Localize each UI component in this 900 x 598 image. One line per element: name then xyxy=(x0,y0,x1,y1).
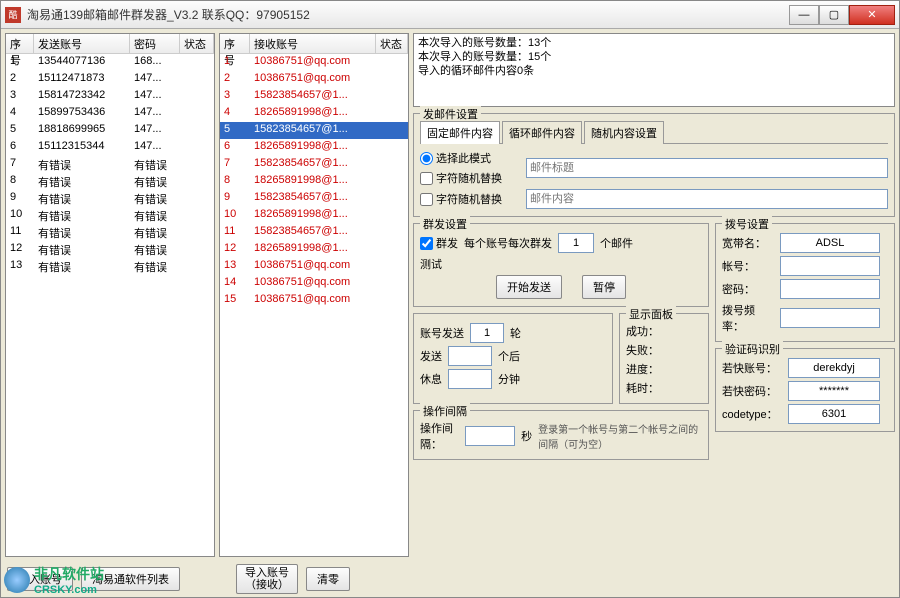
table-row[interactable]: 1218265891998@1... xyxy=(220,241,408,258)
watermark-icon xyxy=(4,567,30,593)
table-row[interactable]: 113544077136168... xyxy=(6,54,214,71)
table-row[interactable]: 8有错误有错误 xyxy=(6,173,214,190)
table-row[interactable]: 415899753436147... xyxy=(6,105,214,122)
maximize-button[interactable]: ▢ xyxy=(819,5,849,25)
clear-button[interactable]: 清零 xyxy=(306,567,350,591)
dial-account-input[interactable] xyxy=(780,256,880,276)
mail-tabs: 固定邮件内容 循环邮件内容 随机内容设置 xyxy=(420,120,888,144)
tab-loop-content[interactable]: 循环邮件内容 xyxy=(502,121,582,144)
band-name-input[interactable] xyxy=(780,233,880,253)
captcha-password-input[interactable] xyxy=(788,381,880,401)
tab-random-content[interactable]: 随机内容设置 xyxy=(584,121,664,144)
table-row[interactable]: 1115823854657@1... xyxy=(220,224,408,241)
dial-password-input[interactable] xyxy=(780,279,880,299)
table-row[interactable]: 210386751@qq.com xyxy=(220,71,408,88)
table-row[interactable]: 418265891998@1... xyxy=(220,105,408,122)
tab-fixed-content[interactable]: 固定邮件内容 xyxy=(420,121,500,144)
captcha-type-input[interactable] xyxy=(788,404,880,424)
send-accounts-list[interactable]: 序号 发送账号 密码 状态 113544077136168...21511247… xyxy=(5,33,215,557)
table-row[interactable]: 215112471873147... xyxy=(6,71,214,88)
send-list-header: 序号 发送账号 密码 状态 xyxy=(6,34,214,54)
start-send-button[interactable]: 开始发送 xyxy=(496,275,562,299)
table-row[interactable]: 818265891998@1... xyxy=(220,173,408,190)
minimize-button[interactable]: — xyxy=(789,5,819,25)
recv-accounts-list[interactable]: 序号 接收账号 状态 110386751@qq.com210386751@qq.… xyxy=(219,33,409,557)
display-panel-group: 显示面板 成功： 失败： 进度： 耗时： xyxy=(619,313,709,404)
captcha-account-input[interactable] xyxy=(788,358,880,378)
send-after-input[interactable] xyxy=(448,346,492,366)
rand-replace-1[interactable]: 字符随机替换 xyxy=(420,170,520,186)
batch-count-input[interactable] xyxy=(558,233,594,253)
mode-radio[interactable]: 选择此模式 xyxy=(420,150,520,166)
table-row[interactable]: 12有错误有错误 xyxy=(6,241,214,258)
mail-subject-input[interactable] xyxy=(526,158,888,178)
table-row[interactable]: 915823854657@1... xyxy=(220,190,408,207)
interval-group: 操作间隔 操作间隔： 秒 登录第一个帐号与第二个帐号之间的间隔（可为空） xyxy=(413,410,709,460)
log-panel: 本次导入的账号数量：13个 本次导入的账号数量：15个 导入的循环邮件内容0条 xyxy=(413,33,895,107)
table-row[interactable]: 315823854657@1... xyxy=(220,88,408,105)
table-row[interactable]: 13有错误有错误 xyxy=(6,258,214,275)
app-icon: 酷 xyxy=(5,7,21,23)
interval-input[interactable] xyxy=(465,426,515,446)
main-window: 酷 淘易通139邮箱邮件群发器_V3.2 联系QQ：97905152 — ▢ ✕… xyxy=(0,0,900,598)
bottom-bar: 导入账号 淘易通软件列表 导入账号 （接收） 清零 xyxy=(1,561,899,597)
watermark: 非凡软件站 CRSKY.com xyxy=(4,564,104,596)
table-row[interactable]: 10有错误有错误 xyxy=(6,207,214,224)
table-row[interactable]: 1018265891998@1... xyxy=(220,207,408,224)
dial-freq-input[interactable] xyxy=(780,308,880,328)
table-row[interactable]: 515823854657@1... xyxy=(220,122,408,139)
round-count-input[interactable] xyxy=(470,323,504,343)
table-row[interactable]: 518818699965147... xyxy=(6,122,214,139)
captcha-group: 验证码识别 若快账号： 若快密码： codetype： xyxy=(715,348,895,432)
rand-replace-2[interactable]: 字符随机替换 xyxy=(420,191,520,207)
pause-button[interactable]: 暂停 xyxy=(582,275,626,299)
table-row[interactable]: 315814723342147... xyxy=(6,88,214,105)
table-row[interactable]: 618265891998@1... xyxy=(220,139,408,156)
window-title: 淘易通139邮箱邮件群发器_V3.2 联系QQ：97905152 xyxy=(27,6,789,23)
table-row[interactable]: 615112315344147... xyxy=(6,139,214,156)
mail-body-input[interactable] xyxy=(526,189,888,209)
titlebar: 酷 淘易通139邮箱邮件群发器_V3.2 联系QQ：97905152 — ▢ ✕ xyxy=(1,1,899,29)
import-recv-accounts-button[interactable]: 导入账号 （接收） xyxy=(236,564,298,594)
dial-settings-group: 拨号设置 宽带名： 帐号： 密码： 拨号频率： xyxy=(715,223,895,342)
batch-checkbox[interactable]: 群发 xyxy=(420,235,458,251)
table-row[interactable]: 1310386751@qq.com xyxy=(220,258,408,275)
table-row[interactable]: 7有错误有错误 xyxy=(6,156,214,173)
table-row[interactable]: 1410386751@qq.com xyxy=(220,275,408,292)
send-round-group: 账号发送 轮 发送 个后 休息 xyxy=(413,313,613,404)
rest-minutes-input[interactable] xyxy=(448,369,492,389)
table-row[interactable]: 1510386751@qq.com xyxy=(220,292,408,309)
batch-settings-group: 群发设置 群发 每个账号每次群发 个邮件 测试 开始发送 暂停 xyxy=(413,223,709,307)
table-row[interactable]: 9有错误有错误 xyxy=(6,190,214,207)
table-row[interactable]: 715823854657@1... xyxy=(220,156,408,173)
mail-settings-group: 发邮件设置 固定邮件内容 循环邮件内容 随机内容设置 选择此模式 字符随机替换 … xyxy=(413,113,895,217)
table-row[interactable]: 11有错误有错误 xyxy=(6,224,214,241)
table-row[interactable]: 110386751@qq.com xyxy=(220,54,408,71)
close-button[interactable]: ✕ xyxy=(849,5,895,25)
recv-list-header: 序号 接收账号 状态 xyxy=(220,34,408,54)
